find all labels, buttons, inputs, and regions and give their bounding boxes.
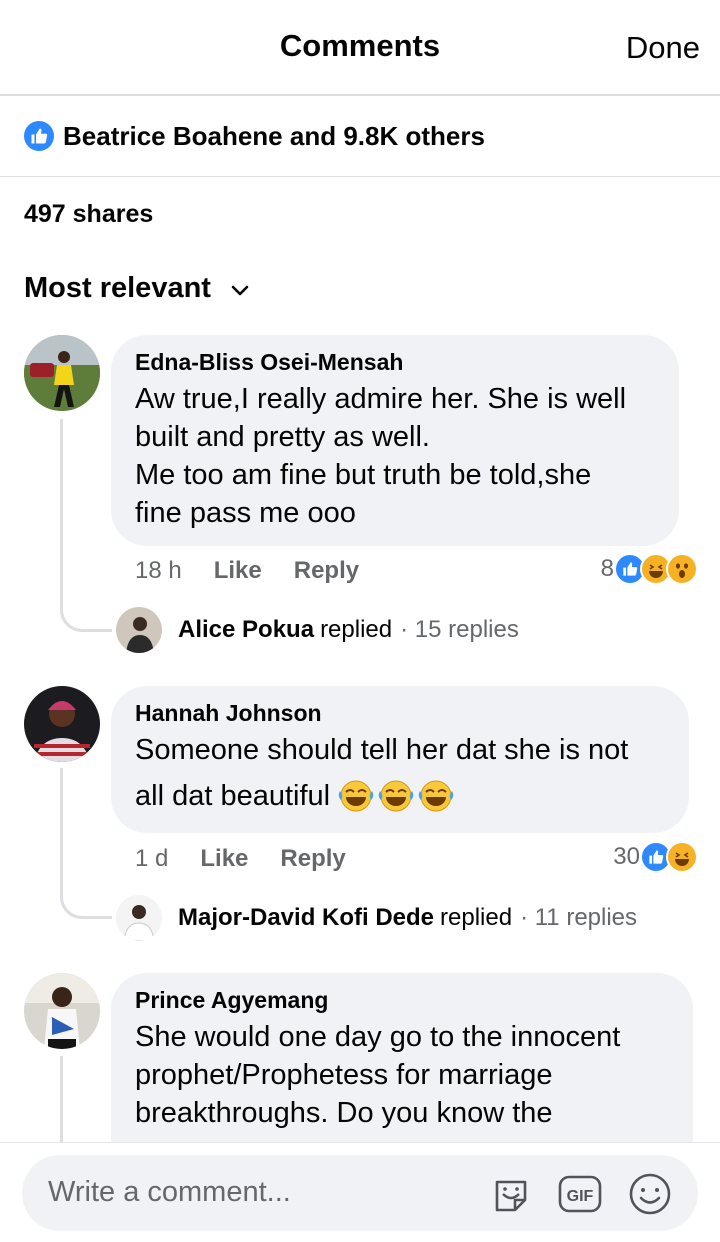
laughing-tears-emoji-icon [378, 780, 414, 812]
comment-text-line: all dat beautiful [135, 777, 665, 815]
comment-input-placeholder: Write a comment... [48, 1176, 291, 1208]
like-button[interactable]: Like [214, 557, 262, 585]
laughing-tears-emoji-icon [418, 780, 454, 812]
replies-preview[interactable]: Alice Pokua replied · 15 replies [116, 607, 519, 653]
thread-line [60, 419, 112, 632]
reply-count: · 15 replies [400, 616, 519, 643]
reaction-count: 8 [600, 555, 614, 582]
reply-button[interactable]: Reply [280, 845, 345, 873]
comment-text: She would one day go to the innocent pro… [135, 1021, 621, 1129]
reaction-summary[interactable]: 8 [601, 553, 698, 585]
haha-reaction-icon [666, 841, 698, 873]
like-button[interactable]: Like [200, 845, 248, 873]
likes-text: Beatrice Boahene and 9.8K others [63, 120, 485, 151]
shares-count[interactable]: 497 shares [24, 200, 153, 229]
replies-preview[interactable]: Major-David Kofi Dede replied · 11 repli… [116, 895, 637, 941]
comment-actions: 18 h Like Reply [135, 557, 391, 585]
avatar [116, 895, 162, 941]
emoji-group [336, 779, 456, 813]
emoji-icon[interactable] [627, 1171, 673, 1217]
comment-text-line: Someone should tell her dat she is not [135, 734, 629, 766]
comment-bubble[interactable]: Hannah Johnson Someone should tell her d… [111, 686, 689, 833]
replied-word: replied [320, 616, 393, 643]
replied-word: replied [440, 904, 513, 931]
reply-button[interactable]: Reply [294, 557, 359, 585]
svg-text:GIF: GIF [567, 1188, 594, 1205]
page-title: Comments [279, 28, 441, 63]
comment-input[interactable]: Write a comment... GIF [22, 1155, 698, 1231]
comment-text-tail: all dat beautiful [135, 780, 331, 812]
chevron-down-icon [231, 272, 249, 305]
sticker-icon[interactable] [488, 1171, 534, 1217]
header-bar: Comments Done [0, 0, 720, 96]
laughing-tears-emoji-icon [338, 780, 374, 812]
comment-time: 1 d [135, 845, 169, 872]
comment-author[interactable]: Prince Agyemang [135, 987, 669, 1014]
thread-line [60, 768, 112, 919]
sort-dropdown[interactable]: Most relevant [24, 272, 249, 305]
avatar[interactable] [24, 335, 100, 411]
done-button[interactable]: Done [626, 30, 700, 66]
avatar [116, 607, 162, 653]
reply-author: Alice Pokua [178, 616, 315, 643]
comment-author[interactable]: Hannah Johnson [135, 700, 665, 727]
comment-bubble[interactable]: Edna-Bliss Osei-Mensah Aw true,I really … [111, 335, 679, 546]
thread-line [60, 1056, 63, 1146]
comment-time: 18 h [135, 557, 182, 584]
comment-composer-bar: Write a comment... GIF [0, 1142, 720, 1242]
reaction-summary[interactable]: 30 [613, 841, 698, 873]
gif-icon[interactable]: GIF [557, 1171, 603, 1217]
comment-text: Aw true,I really admire her. She is well… [135, 383, 627, 529]
likes-summary[interactable]: Beatrice Boahene and 9.8K others [0, 96, 720, 177]
avatar[interactable] [24, 973, 100, 1049]
avatar[interactable] [24, 686, 100, 762]
comment-actions: 1 d Like Reply [135, 845, 378, 873]
like-icon [24, 121, 54, 151]
reply-count: · 11 replies [520, 904, 638, 931]
wow-reaction-icon [666, 553, 698, 585]
reaction-count: 30 [613, 843, 640, 870]
reply-author: Major-David Kofi Dede [178, 904, 435, 931]
sort-label: Most relevant [24, 272, 211, 304]
comment-author[interactable]: Edna-Bliss Osei-Mensah [135, 349, 655, 376]
